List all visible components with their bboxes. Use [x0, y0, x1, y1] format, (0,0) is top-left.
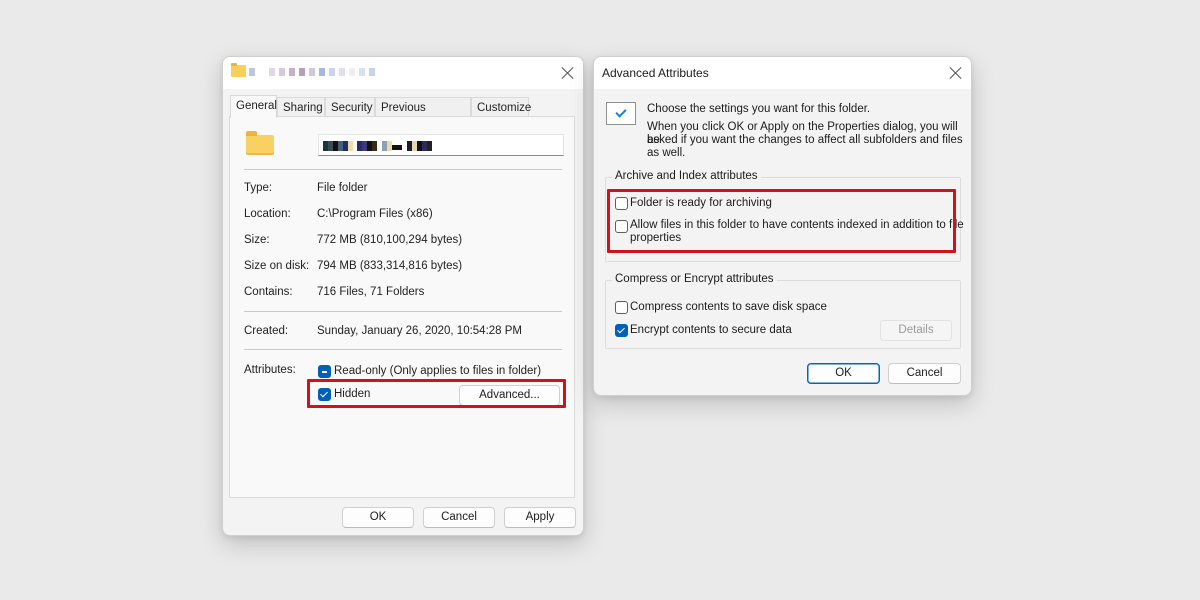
details-button[interactable]: Details	[880, 320, 952, 341]
intro-heading: Choose the settings you want for this fo…	[647, 103, 871, 115]
ok-button[interactable]: OK	[342, 507, 414, 528]
checkbox-settings-icon	[606, 102, 636, 125]
location-value: C:\Program Files (x86)	[317, 208, 433, 220]
separator	[244, 349, 562, 350]
size-value: 772 MB (810,100,294 bytes)	[317, 234, 463, 246]
contains-value: 716 Files, 71 Folders	[317, 286, 425, 298]
group-title: Compress or Encrypt attributes	[612, 273, 777, 285]
encrypt-label: Encrypt contents to secure data	[630, 324, 792, 336]
folder-icon	[231, 63, 246, 77]
title-bar: Advanced Attributes	[594, 57, 971, 89]
compress-label: Compress contents to save disk space	[630, 301, 827, 313]
created-label: Created:	[244, 325, 289, 337]
title-bar	[223, 57, 583, 89]
intro-text-3: as well.	[647, 147, 686, 159]
read-only-checkbox[interactable]	[318, 365, 331, 378]
type-value: File folder	[317, 182, 368, 194]
highlight-box-archive-index	[607, 189, 956, 253]
encrypt-checkbox[interactable]	[615, 324, 628, 337]
contains-label: Contains:	[244, 286, 293, 298]
ok-button[interactable]: OK	[807, 363, 880, 384]
cancel-button[interactable]: Cancel	[423, 507, 495, 528]
apply-button[interactable]: Apply	[504, 507, 576, 528]
size-on-disk-label: Size on disk:	[244, 260, 310, 272]
dialog-title: Advanced Attributes	[602, 66, 709, 80]
size-label: Size:	[244, 234, 270, 246]
close-icon[interactable]	[558, 63, 578, 83]
tab-sharing[interactable]: Sharing	[277, 97, 325, 117]
folder-name-input[interactable]	[318, 134, 564, 156]
folder-icon	[246, 131, 274, 155]
cancel-button[interactable]: Cancel	[888, 363, 961, 384]
close-icon[interactable]	[946, 63, 966, 83]
window-title-blurred	[249, 67, 449, 77]
type-label: Type:	[244, 182, 273, 194]
compress-checkbox[interactable]	[615, 301, 628, 314]
tab-customize[interactable]: Customize	[471, 97, 531, 117]
separator	[244, 169, 562, 170]
general-tab-panel: Type: File folder Location: C:\Program F…	[229, 116, 575, 498]
size-on-disk-value: 794 MB (833,314,816 bytes)	[317, 260, 463, 272]
tab-security[interactable]: Security	[325, 97, 375, 117]
created-value: Sunday, January 26, 2020, 10:54:28 PM	[317, 325, 523, 337]
intro-text-2: asked if you want the changes to affect …	[647, 134, 963, 146]
read-only-label: Read-only (Only applies to files in fold…	[334, 365, 542, 377]
location-label: Location:	[244, 208, 291, 220]
tab-general[interactable]: General	[230, 95, 277, 118]
separator	[244, 311, 562, 312]
tab-previous-versions[interactable]: Previous Versions	[375, 97, 471, 134]
attributes-label: Attributes:	[244, 364, 296, 376]
properties-dialog: General Sharing Security Previous Versio…	[222, 56, 584, 536]
highlight-box-hidden	[307, 379, 566, 408]
group-title: Archive and Index attributes	[612, 170, 761, 182]
